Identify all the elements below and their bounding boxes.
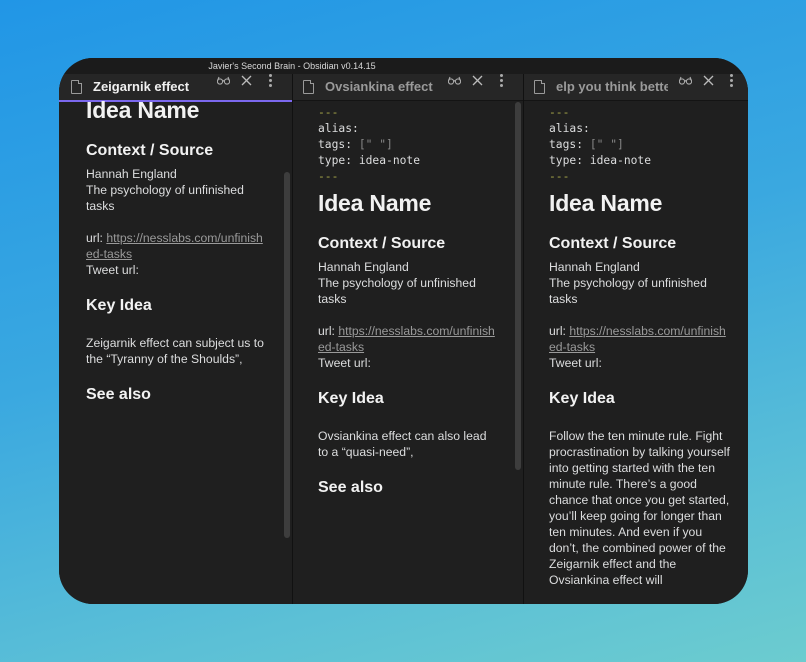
context-source-heading: Context / Source bbox=[318, 235, 446, 252]
frontmatter-tags-key: tags: bbox=[549, 138, 584, 151]
window-title: Javier's Second Brain - Obsidian v0.14.1… bbox=[208, 61, 376, 71]
scrollbar[interactable] bbox=[284, 172, 290, 538]
tweet-url-label: Tweet url: bbox=[318, 356, 371, 370]
key-idea-text: Zeigarnik effect can subject us to the “… bbox=[86, 336, 264, 366]
frontmatter-tags-key: tags: bbox=[318, 138, 353, 151]
context-source-heading: Context / Source bbox=[86, 142, 214, 159]
see-also-heading: See also bbox=[318, 479, 383, 496]
frontmatter-delimiter: --- bbox=[318, 106, 339, 119]
description-text: The psychology of unfinished tasks bbox=[86, 183, 244, 213]
idea-name-heading: Idea Name bbox=[318, 190, 432, 216]
key-idea-text: Follow the ten minute rule. Fight procra… bbox=[549, 429, 730, 587]
frontmatter-tags-value: [" "] bbox=[358, 138, 393, 151]
frontmatter-type-value: idea-note bbox=[358, 154, 421, 167]
pane-header[interactable]: Ovsiankina effect bbox=[293, 74, 523, 101]
document-icon bbox=[71, 80, 82, 94]
reading-view-icon[interactable] bbox=[448, 76, 461, 85]
frontmatter-alias: alias: bbox=[318, 122, 359, 135]
source-link[interactable]: https://nesslabs.com/unfinished-tasks bbox=[86, 231, 263, 261]
close-icon[interactable] bbox=[703, 75, 714, 86]
frontmatter-type-key: type: bbox=[549, 154, 584, 167]
frontmatter-type-value: idea-note bbox=[589, 154, 652, 167]
author-text: Hannah England bbox=[318, 260, 409, 274]
document-icon bbox=[534, 80, 545, 94]
frontmatter: --- alias: tags: [" "] type: idea-note -… bbox=[318, 105, 496, 185]
description-text: The psychology of unfinished tasks bbox=[318, 276, 476, 306]
tab-title[interactable]: elp you think bette bbox=[556, 74, 668, 100]
author-text: Hannah England bbox=[549, 260, 640, 274]
note-content[interactable]: --- alias: tags: [" "] type: idea-note -… bbox=[293, 102, 523, 604]
key-idea-heading: Key Idea bbox=[318, 390, 384, 407]
author-text: Hannah England bbox=[86, 167, 177, 181]
more-options-icon[interactable] bbox=[269, 74, 273, 87]
pane-header[interactable]: elp you think bette bbox=[524, 74, 748, 101]
url-label: url: bbox=[318, 324, 335, 338]
more-options-icon[interactable] bbox=[730, 74, 734, 87]
see-also-heading: See also bbox=[86, 386, 151, 403]
obsidian-window: Javier's Second Brain - Obsidian v0.14.1… bbox=[59, 58, 748, 604]
note-content[interactable]: --- alias: tags: [" "] type: idea-note -… bbox=[524, 102, 748, 604]
tab-title[interactable]: Ovsiankina effect bbox=[325, 74, 435, 100]
pane-zeigarnik: Zeigarnik effect Idea Name Context / Sou… bbox=[59, 74, 292, 604]
reading-view-icon[interactable] bbox=[217, 76, 230, 85]
idea-name-heading: Idea Name bbox=[86, 97, 200, 123]
context-source-heading: Context / Source bbox=[549, 235, 677, 252]
source-link[interactable]: https://nesslabs.com/unfinished-tasks bbox=[549, 324, 726, 354]
key-idea-text: Ovsiankina effect can also lead to a “qu… bbox=[318, 429, 487, 459]
source-link[interactable]: https://nesslabs.com/unfinished-tasks bbox=[318, 324, 495, 354]
document-icon bbox=[303, 80, 314, 94]
pane-ten-minute-rule: elp you think bette --- alias: tags: [" … bbox=[524, 74, 748, 604]
frontmatter-delimiter: --- bbox=[549, 170, 570, 183]
frontmatter: --- alias: tags: [" "] type: idea-note -… bbox=[549, 105, 731, 185]
idea-name-heading: Idea Name bbox=[549, 190, 663, 216]
frontmatter-delimiter: --- bbox=[318, 170, 339, 183]
close-icon[interactable] bbox=[472, 75, 483, 86]
pane-ovsiankina: Ovsiankina effect --- alias: tags: [" "]… bbox=[293, 74, 523, 604]
note-content[interactable]: Idea Name Context / Source Hannah Englan… bbox=[59, 97, 292, 604]
key-idea-heading: Key Idea bbox=[549, 390, 615, 407]
tweet-url-label: Tweet url: bbox=[86, 263, 139, 277]
frontmatter-type-key: type: bbox=[318, 154, 353, 167]
frontmatter-delimiter: --- bbox=[549, 106, 570, 119]
scrollbar[interactable] bbox=[515, 102, 521, 470]
key-idea-heading: Key Idea bbox=[86, 297, 152, 314]
description-text: The psychology of unfinished tasks bbox=[549, 276, 707, 306]
frontmatter-tags-value: [" "] bbox=[589, 138, 624, 151]
title-bar: Javier's Second Brain - Obsidian v0.14.1… bbox=[59, 58, 748, 74]
more-options-icon[interactable] bbox=[500, 74, 504, 87]
url-label: url: bbox=[549, 324, 566, 338]
close-icon[interactable] bbox=[241, 75, 252, 86]
frontmatter-alias: alias: bbox=[549, 122, 590, 135]
url-label: url: bbox=[86, 231, 103, 245]
reading-view-icon[interactable] bbox=[679, 76, 692, 85]
tweet-url-label: Tweet url: bbox=[549, 356, 602, 370]
